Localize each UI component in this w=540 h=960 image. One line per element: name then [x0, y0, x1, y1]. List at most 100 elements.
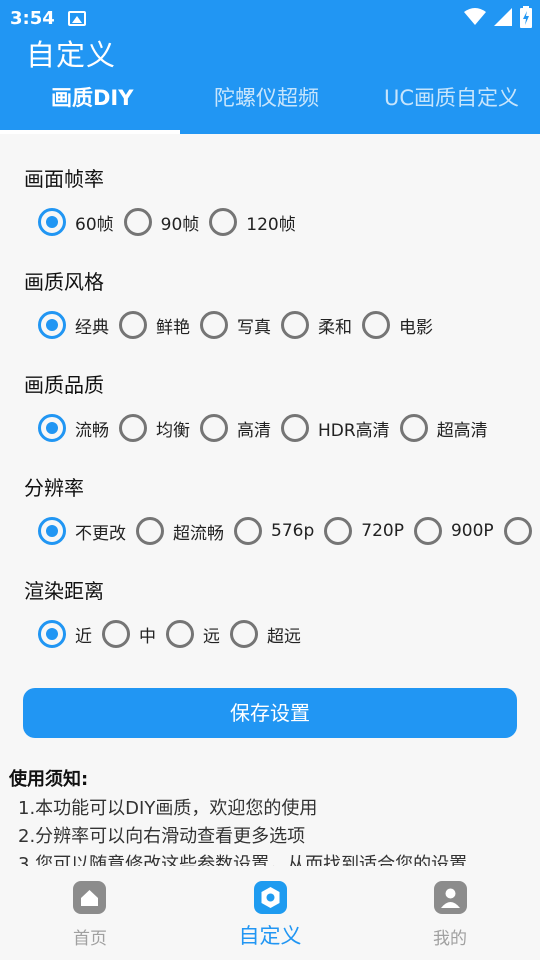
section-title-style: 画质风格: [24, 270, 104, 294]
radio-circle: [119, 311, 147, 339]
radio-near[interactable]: 近: [38, 620, 92, 648]
radio-circle: [281, 311, 309, 339]
radio-circle: [38, 620, 66, 648]
radio-label: 120帧: [246, 214, 296, 235]
radio-label: 写真: [237, 317, 271, 338]
nav-label-custom: 自定义: [238, 924, 302, 948]
radio-circle: [324, 517, 353, 545]
radio-label: 900P: [450, 521, 494, 541]
section-title-render-distance: 渲染距离: [24, 579, 104, 603]
notice-title: 使用须知:: [9, 769, 89, 790]
radio-label: 流畅: [75, 420, 109, 441]
section-title-quality: 画质品质: [24, 373, 104, 397]
radio-720p[interactable]: 720P: [324, 517, 404, 545]
radio-ultra-hd[interactable]: 超高清: [399, 414, 488, 442]
radio-label: 超远: [267, 626, 301, 647]
radio-ultra-far[interactable]: 超远: [230, 620, 301, 648]
radio-label: 经典: [75, 317, 109, 338]
home-icon: [73, 881, 106, 914]
nav-label-mine: 我的: [433, 929, 467, 949]
page-title: 自定义: [26, 38, 117, 72]
save-settings-button[interactable]: 保存设置: [23, 688, 517, 738]
status-bar: 3:54: [0, 0, 540, 36]
radio-realistic[interactable]: 写真: [200, 311, 271, 339]
nav-item-home[interactable]: 首页: [0, 866, 180, 960]
radio-circle: [209, 208, 238, 236]
notice-clip: 3.您可以随意修改这些参数设置，从而找到适合您的设置: [0, 848, 540, 866]
status-time: 3:54: [10, 8, 55, 29]
nav-item-mine[interactable]: 我的: [360, 866, 540, 960]
radio-circle: [230, 620, 258, 648]
radio-576p[interactable]: 576p: [234, 517, 314, 545]
radio-balanced[interactable]: 均衡: [119, 414, 190, 442]
person-icon: [434, 881, 467, 914]
radio-circle: [38, 414, 66, 442]
radio-circle: [200, 311, 228, 339]
image-icon: [68, 11, 86, 26]
radio-circle: [200, 414, 228, 442]
tab-gyro[interactable]: 陀螺仪超频: [214, 74, 319, 134]
radio-smooth[interactable]: 流畅: [38, 414, 109, 442]
radio-label: 90帧: [160, 214, 200, 235]
radio-hdr-hd[interactable]: HDR高清: [281, 414, 390, 442]
radio-circle: [102, 620, 130, 648]
radio-label: 720P: [361, 521, 404, 541]
bottom-nav: 首页 自定义 我的: [0, 866, 540, 960]
radio-circle: [399, 414, 428, 442]
hexagon-settings-icon: [254, 881, 287, 914]
radio-label: 576p: [271, 521, 315, 541]
radio-far[interactable]: 远: [166, 620, 220, 648]
radio-hd[interactable]: 高清: [200, 414, 271, 442]
radio-group-frame-rate: 60帧 90帧 120帧: [38, 207, 306, 237]
radio-label: 高清: [237, 420, 271, 441]
radio-circle: [503, 517, 532, 545]
status-right-icons: [464, 6, 532, 28]
radio-circle: [38, 517, 66, 545]
radio-label: 电影: [399, 317, 433, 338]
radio-ultra-smooth[interactable]: 超流畅: [136, 517, 224, 545]
radio-60fps[interactable]: 60帧: [38, 208, 114, 236]
tab-diy[interactable]: 画质DIY: [51, 74, 133, 134]
radio-next-partial[interactable]: [503, 517, 532, 545]
radio-label: 均衡: [156, 420, 190, 441]
radio-classic[interactable]: 经典: [38, 311, 109, 339]
radio-soft[interactable]: 柔和: [281, 311, 352, 339]
radio-label: 鲜艳: [156, 317, 190, 338]
radio-circle: [123, 208, 152, 236]
radio-circle: [38, 208, 66, 236]
radio-label: 超流畅: [173, 523, 224, 544]
radio-group-quality: 流畅 均衡 高清 HDR高清 超高清: [38, 413, 498, 443]
nav-item-custom[interactable]: 自定义: [180, 866, 360, 960]
tab-indicator: [0, 130, 180, 134]
radio-circle: [281, 414, 309, 442]
radio-movie[interactable]: 电影: [362, 311, 433, 339]
radio-circle: [119, 414, 147, 442]
cell-signal-icon: [494, 8, 512, 26]
tab-uc-quality[interactable]: UC画质自定义: [384, 74, 519, 134]
section-title-frame-rate: 画面帧率: [24, 167, 104, 191]
section-title-resolution: 分辨率: [24, 476, 84, 500]
radio-label: HDR高清: [318, 420, 390, 441]
radio-circle: [38, 311, 66, 339]
radio-label: 近: [75, 626, 92, 647]
radio-circle: [136, 517, 164, 545]
radio-circle: [234, 517, 262, 545]
radio-120fps[interactable]: 120帧: [209, 208, 296, 236]
resolution-scroller[interactable]: 不更改 超流畅 576p 720P 900P: [0, 510, 540, 554]
radio-circle: [166, 620, 194, 648]
radio-label: 不更改: [75, 523, 126, 544]
tab-bar: 画质DIY 陀螺仪超频 UC画质自定义: [0, 74, 540, 134]
radio-no-change[interactable]: 不更改: [38, 517, 126, 545]
radio-vivid[interactable]: 鲜艳: [119, 311, 190, 339]
app-bar: 3:54 自定义 画质DIY 陀螺仪超频 UC画质自定义: [0, 0, 540, 134]
nav-label-home: 首页: [73, 929, 107, 949]
radio-label: 中: [139, 626, 156, 647]
radio-label: 柔和: [318, 317, 352, 338]
radio-90fps[interactable]: 90帧: [123, 208, 200, 236]
notice-line: 2.分辨率可以向右滑动查看更多选项: [18, 826, 306, 847]
notice-line: 3.您可以随意修改这些参数设置，从而找到适合您的设置: [18, 854, 468, 866]
radio-group-style: 经典 鲜艳 写真 柔和 电影: [38, 310, 443, 340]
notice-line: 1.本功能可以DIY画质，欢迎您的使用: [18, 798, 318, 819]
radio-900p[interactable]: 900P: [413, 517, 494, 545]
radio-medium[interactable]: 中: [102, 620, 156, 648]
